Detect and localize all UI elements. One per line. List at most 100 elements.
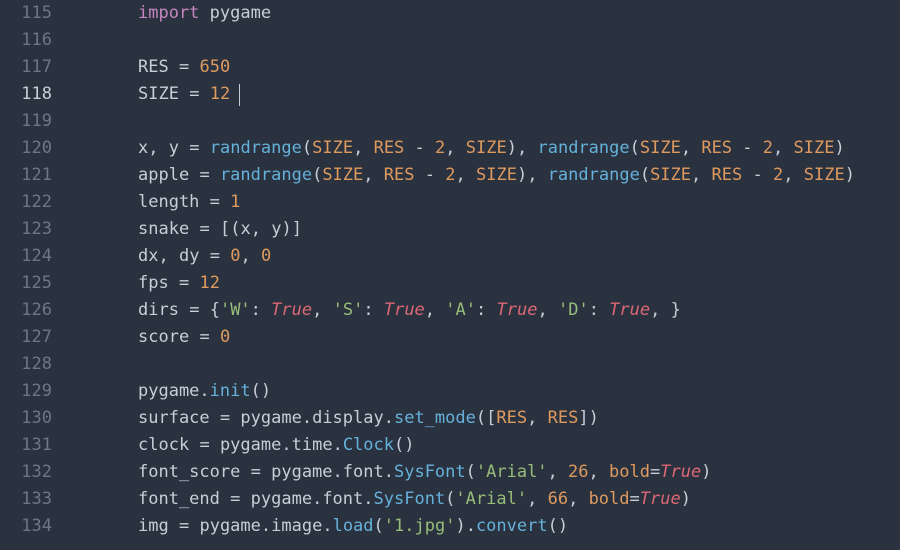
token-op: - [425,165,435,185]
line-number: 118 [0,81,52,108]
token-punct: : [589,300,599,320]
token-ident: pygame [138,381,199,401]
token-punct: ( [312,165,322,185]
token-upper: SIZE [650,165,691,185]
token-punct: ( [466,462,476,482]
token-num: 2 [773,165,783,185]
token-upper: RES [701,138,732,158]
token-str: 'D' [558,300,589,320]
token-param: bold [589,489,630,509]
code-line[interactable]: fps = 12 [70,270,900,297]
token-punct: : [251,300,261,320]
code-line[interactable]: font_score = pygame.font.SysFont('Arial'… [70,459,900,486]
token-param: bold [609,462,650,482]
code-line[interactable]: pygame.init() [70,378,900,405]
token-punct: , [589,462,599,482]
token-punct: , [783,165,793,185]
code-line[interactable] [70,27,900,54]
token-op: = [650,462,660,482]
token-punct: } [671,300,681,320]
token-num: 2 [445,165,455,185]
token-punct: ) [845,165,855,185]
code-editor-area[interactable]: import pygameRES = 650SIZE = 12x, y = ra… [70,0,900,550]
token-punct: , [251,219,261,239]
code-line[interactable]: surface = pygame.display.set_mode([RES, … [70,405,900,432]
token-op: = [230,489,240,509]
token-punct: , [312,300,322,320]
code-line[interactable]: dirs = {'W': True, 'S': True, 'A': True,… [70,297,900,324]
line-number: 117 [0,54,52,81]
token-punct: , [527,489,537,509]
token-punct: [ [486,408,496,428]
token-punct: . [281,435,291,455]
token-num: 0 [261,246,271,266]
token-ident: font [322,489,363,509]
code-line[interactable]: apple = randrange(SIZE, RES - 2, SIZE), … [70,162,900,189]
token-num: 12 [210,84,230,104]
token-punct: ) [558,516,568,536]
token-punct: ) [261,381,271,401]
token-ident: y [271,219,281,239]
token-punct: , [548,462,558,482]
token-str: 'Arial' [455,489,527,509]
code-line[interactable]: x, y = randrange(SIZE, RES - 2, SIZE), r… [70,135,900,162]
token-str: 'W' [220,300,251,320]
token-punct: , [148,138,158,158]
token-op: = [251,462,261,482]
token-punct: ( [394,435,404,455]
token-ident: score [138,327,189,347]
token-ident: snake [138,219,189,239]
token-ident: fps [138,273,169,293]
token-punct: ) [701,462,711,482]
token-ident: length [138,192,199,212]
token-op: = [210,192,220,212]
token-func: randrange [548,165,640,185]
token-punct: ) [455,516,465,536]
token-ident: pygame [271,462,332,482]
token-punct: . [333,435,343,455]
token-func: randrange [538,138,630,158]
token-ident: pygame [251,489,312,509]
token-op: = [630,489,640,509]
token-ident: pygame [210,3,271,23]
token-num: 0 [230,246,240,266]
code-line[interactable]: RES = 650 [70,54,900,81]
token-num: 1 [230,192,240,212]
code-line[interactable]: img = pygame.image.load('1.jpg').convert… [70,513,900,540]
token-punct: , [425,300,435,320]
token-punct: [ [220,219,230,239]
token-op: = [189,300,199,320]
line-number: 134 [0,513,52,540]
code-line[interactable] [70,108,900,135]
code-line[interactable] [70,351,900,378]
token-ident: dx [138,246,158,266]
token-ident: x [240,219,250,239]
code-line[interactable]: import pygame [70,0,900,27]
code-line[interactable]: font_end = pygame.font.SysFont('Arial', … [70,486,900,513]
token-bool: True [497,300,538,320]
token-upper: SIZE [322,165,363,185]
code-line[interactable]: length = 1 [70,189,900,216]
token-ident: RES [138,57,169,77]
code-line[interactable]: score = 0 [70,324,900,351]
token-punct: ( [445,489,455,509]
token-num: 26 [568,462,588,482]
line-number: 127 [0,324,52,351]
token-punct: : [476,300,486,320]
token-upper: SIZE [794,138,835,158]
line-number: 128 [0,351,52,378]
token-punct: ) [281,219,291,239]
token-op: = [199,327,209,347]
code-line[interactable]: snake = [(x, y)] [70,216,900,243]
token-punct: , [445,138,455,158]
text-caret [239,84,240,106]
code-line[interactable]: clock = pygame.time.Clock() [70,432,900,459]
token-op: = [189,84,199,104]
line-number-gutter: 1151161171181191201211221231241251261271… [0,0,70,550]
token-str: 'Arial' [476,462,548,482]
token-kw: import [138,3,199,23]
code-line[interactable]: SIZE = 12 [70,81,900,108]
token-ident: SIZE [138,84,179,104]
token-upper: RES [384,165,415,185]
code-line[interactable]: dx, dy = 0, 0 [70,243,900,270]
